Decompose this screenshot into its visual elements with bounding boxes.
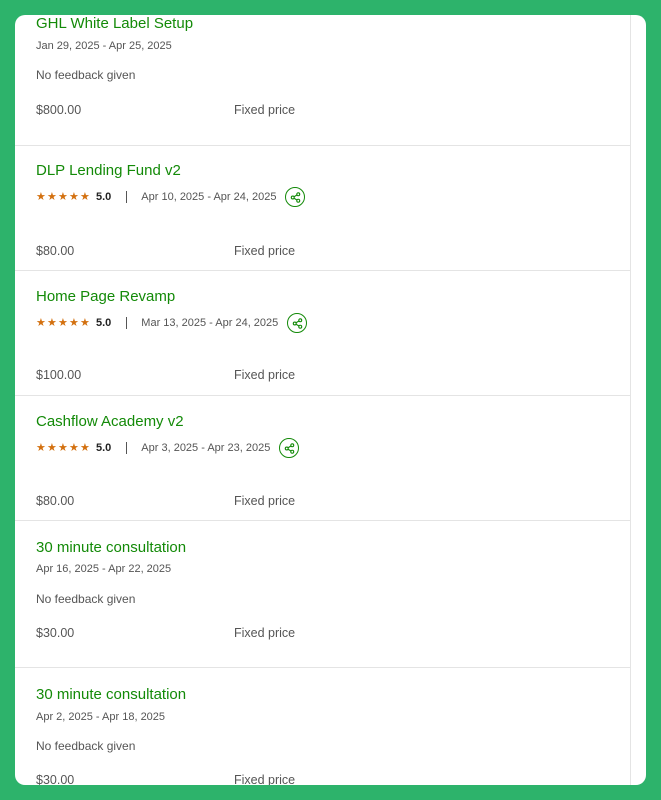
divider [126, 191, 128, 203]
job-dates: Apr 10, 2025 - Apr 24, 2025 [141, 191, 277, 203]
rating-score: 5.0 [96, 442, 112, 454]
star-icon: ★ [69, 442, 79, 454]
job-card: Cashflow Academy v2 ★ ★ ★ ★ ★ 5.0 Apr 3,… [15, 396, 630, 521]
feedback-text: No feedback given [36, 739, 136, 753]
star-icon: ★ [69, 191, 79, 203]
share-icon[interactable] [287, 313, 308, 333]
job-card: DLP Lending Fund v2 ★ ★ ★ ★ ★ 5.0 Apr 10… [15, 146, 630, 271]
star-icon: ★ [69, 317, 79, 329]
price-type: Fixed price [234, 773, 296, 785]
star-icon: ★ [58, 317, 68, 329]
star-icon: ★ [36, 191, 46, 203]
feedback-text: No feedback given [36, 592, 136, 606]
star-icon: ★ [80, 317, 90, 329]
star-rating: ★ ★ ★ ★ ★ [36, 191, 91, 203]
rating-score: 5.0 [96, 317, 112, 329]
star-icon: ★ [80, 191, 90, 203]
price-type: Fixed price [234, 103, 296, 117]
job-title-link[interactable]: Home Page Revamp [36, 288, 175, 306]
star-rating: ★ ★ ★ ★ ★ [36, 442, 91, 454]
job-dates: Mar 13, 2025 - Apr 24, 2025 [141, 317, 279, 329]
star-rating: ★ ★ ★ ★ ★ [36, 317, 91, 329]
rating-row: ★ ★ ★ ★ ★ 5.0 Apr 10, 2025 - Apr 24, 202… [36, 185, 306, 209]
job-title-link[interactable]: 30 minute consultation [36, 686, 186, 704]
job-title-link[interactable]: Cashflow Academy v2 [36, 413, 184, 431]
job-amount: $30.00 [36, 626, 75, 640]
job-amount: $100.00 [36, 368, 82, 382]
job-card: Home Page Revamp ★ ★ ★ ★ ★ 5.0 Mar 13, 2… [15, 271, 630, 396]
job-card: 30 minute consultation Apr 2, 2025 - Apr… [15, 668, 630, 785]
work-history-panel: GHL White Label Setup Jan 29, 2025 - Apr… [15, 15, 646, 785]
share-icon[interactable] [279, 438, 300, 458]
star-icon: ★ [36, 317, 46, 329]
job-title-link[interactable]: GHL White Label Setup [36, 15, 193, 33]
job-title-link[interactable]: 30 minute consultation [36, 539, 186, 557]
job-card: 30 minute consultation Apr 16, 2025 - Ap… [15, 521, 630, 668]
feedback-text: No feedback given [36, 68, 136, 82]
job-amount: $30.00 [36, 773, 75, 785]
star-icon: ★ [47, 317, 57, 329]
price-type: Fixed price [234, 244, 296, 258]
star-icon: ★ [58, 442, 68, 454]
star-icon: ★ [58, 191, 68, 203]
scroll-edge-divider [630, 15, 631, 785]
rating-score: 5.0 [96, 191, 112, 203]
price-type: Fixed price [234, 626, 296, 640]
star-icon: ★ [36, 442, 46, 454]
job-title-link[interactable]: DLP Lending Fund v2 [36, 162, 181, 180]
price-type: Fixed price [234, 368, 296, 382]
job-dates: Apr 16, 2025 - Apr 22, 2025 [36, 563, 172, 575]
rating-row: ★ ★ ★ ★ ★ 5.0 Apr 3, 2025 - Apr 23, 2025 [36, 436, 300, 460]
job-amount: $80.00 [36, 244, 75, 258]
price-type: Fixed price [234, 494, 296, 508]
share-icon[interactable] [285, 187, 306, 207]
star-icon: ★ [47, 442, 57, 454]
star-icon: ★ [80, 442, 90, 454]
rating-row: ★ ★ ★ ★ ★ 5.0 Mar 13, 2025 - Apr 24, 202… [36, 311, 308, 335]
star-icon: ★ [47, 191, 57, 203]
job-card: GHL White Label Setup Jan 29, 2025 - Apr… [15, 15, 630, 146]
job-amount: $80.00 [36, 494, 75, 508]
divider [126, 442, 128, 454]
green-border-frame: GHL White Label Setup Jan 29, 2025 - Apr… [0, 0, 661, 800]
job-amount: $800.00 [36, 103, 82, 117]
job-dates: Apr 2, 2025 - Apr 18, 2025 [36, 711, 166, 723]
job-dates: Jan 29, 2025 - Apr 25, 2025 [36, 40, 172, 52]
divider [126, 317, 128, 329]
job-dates: Apr 3, 2025 - Apr 23, 2025 [141, 442, 271, 454]
